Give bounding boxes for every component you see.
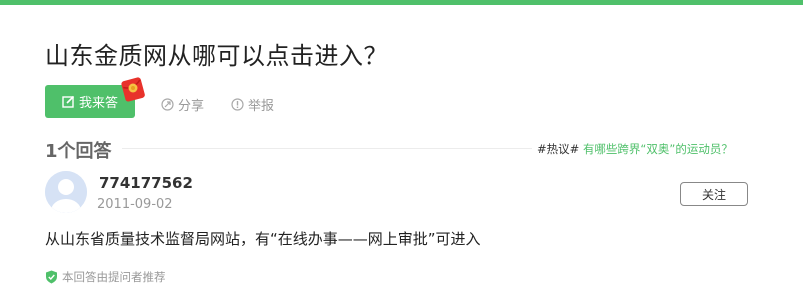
hot-topic-tag: #热议# bbox=[537, 142, 580, 156]
answer-date: 2011-09-02 bbox=[97, 197, 173, 212]
answer-count: 1个回答 bbox=[45, 141, 112, 162]
share-button[interactable]: 分享 bbox=[161, 95, 204, 114]
avatar-icon bbox=[45, 171, 87, 213]
answer-content: 从山东省质量技术监督局网站，有“在线办事——网上审批”可进入 bbox=[45, 230, 481, 248]
recommend-note: 本回答由提问者推荐 bbox=[45, 269, 166, 285]
red-packet-icon[interactable] bbox=[120, 76, 146, 102]
report-button[interactable]: 举报 bbox=[231, 95, 274, 114]
share-icon bbox=[161, 98, 174, 111]
recommend-label: 本回答由提问者推荐 bbox=[62, 270, 166, 284]
report-label: 举报 bbox=[248, 99, 275, 114]
top-accent-bar bbox=[0, 0, 803, 5]
hot-topic: #热议# 有哪些跨界“双奥”的运动员？ bbox=[537, 141, 733, 157]
share-label: 分享 bbox=[178, 99, 205, 114]
answer-button-label: 我来答 bbox=[78, 96, 118, 111]
answer-username[interactable]: 774177562 bbox=[99, 174, 193, 192]
report-icon bbox=[231, 98, 244, 111]
shield-check-icon bbox=[46, 270, 57, 284]
edit-icon bbox=[62, 95, 75, 108]
follow-button[interactable]: 关注 bbox=[680, 182, 748, 206]
hot-topic-link[interactable]: 有哪些跨界“双奥”的运动员？ bbox=[583, 142, 733, 156]
question-title: 山东金质网从哪可以点击进入？ bbox=[45, 42, 388, 70]
user-avatar[interactable] bbox=[45, 171, 87, 213]
section-divider bbox=[122, 148, 532, 149]
